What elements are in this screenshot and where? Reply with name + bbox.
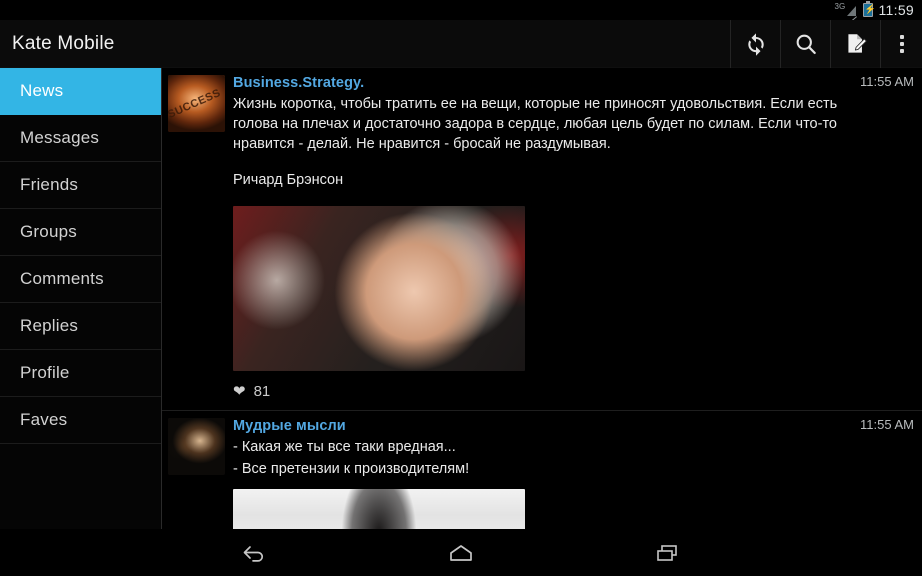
network-label: 3G: [834, 1, 846, 11]
sidebar-item-faves[interactable]: Faves: [0, 397, 161, 444]
post-photo-woman[interactable]: [233, 489, 525, 529]
post-photo-richard-branson[interactable]: [233, 206, 525, 371]
news-feed-list[interactable]: Business.Strategy. 11:55 AM Жизнь коротк…: [162, 68, 922, 529]
refresh-icon: [747, 32, 764, 56]
feed-post[interactable]: Business.Strategy. 11:55 AM Жизнь коротк…: [162, 68, 922, 410]
sidebar-item-label: Friends: [20, 175, 79, 194]
sidebar-item-label: Replies: [20, 316, 79, 335]
sidebar-item-friends[interactable]: Friends: [0, 162, 161, 209]
status-bar: 3G ⚡ 11:59: [0, 0, 922, 25]
content-area: News Messages Friends Groups Comments Re…: [0, 68, 922, 529]
avatar-success-image[interactable]: [168, 75, 225, 132]
post-timestamp: 11:55 AM: [860, 74, 914, 89]
back-button[interactable]: [227, 533, 283, 573]
post-text-line-2: - Все претензии к производителям!: [233, 461, 470, 477]
post-timestamp: 11:55 AM: [860, 417, 914, 432]
post-text: Жизнь коротка, чтобы тратить ее на вещи,…: [233, 96, 838, 152]
like-button[interactable]: ❤ 81: [233, 371, 914, 410]
search-icon: [796, 34, 816, 54]
compose-button[interactable]: [830, 19, 880, 68]
overflow-button[interactable]: [880, 19, 922, 68]
sidebar-item-news[interactable]: News: [0, 68, 161, 115]
feed-post[interactable]: Мудрые мысли 11:55 AM - Какая же ты все …: [162, 410, 922, 529]
sidebar-item-label: Comments: [20, 269, 104, 288]
refresh-button[interactable]: [730, 19, 780, 68]
sidebar-item-label: Messages: [20, 128, 100, 147]
recents-icon: [657, 544, 677, 561]
back-arrow-icon: [243, 545, 264, 562]
heart-icon: ❤: [233, 383, 246, 400]
sidebar-item-profile[interactable]: Profile: [0, 350, 161, 397]
sidebar-item-label: News: [20, 81, 64, 100]
status-bar-clock: 11:59: [878, 2, 914, 18]
home-button[interactable]: [433, 533, 489, 573]
sidebar-item-groups[interactable]: Groups: [0, 209, 161, 256]
android-screen: 3G ⚡ 11:59 Kate Mobile News Messages Fri…: [0, 0, 922, 576]
like-count: 81: [253, 383, 271, 400]
sidebar-navigation: News Messages Friends Groups Comments Re…: [0, 68, 162, 529]
avatar-old-man-image[interactable]: [168, 418, 225, 475]
more-vertical-icon: [899, 34, 904, 53]
sidebar-item-label: Faves: [20, 410, 68, 429]
post-signature: Ричард Брэнсон: [233, 172, 344, 188]
app-title: Kate Mobile: [12, 32, 115, 54]
search-button[interactable]: [780, 19, 830, 68]
compose-icon: [847, 33, 867, 53]
sidebar-item-messages[interactable]: Messages: [0, 115, 161, 162]
post-text-line-1: - Какая же ты все таки вредная...: [233, 439, 456, 455]
sidebar-item-label: Groups: [20, 222, 77, 241]
battery-charging-icon: ⚡: [862, 0, 876, 17]
action-bar: Kate Mobile: [0, 19, 922, 68]
signal-3g-icon: 3G: [834, 1, 857, 25]
sidebar-item-replies[interactable]: Replies: [0, 303, 161, 350]
post-author[interactable]: Business.Strategy.: [233, 75, 364, 91]
recents-button[interactable]: [639, 533, 695, 573]
post-author[interactable]: Мудрые мысли: [233, 418, 346, 434]
system-navigation-bar: [0, 529, 922, 576]
sidebar-item-comments[interactable]: Comments: [0, 256, 161, 303]
sidebar-item-label: Profile: [20, 363, 70, 382]
home-icon: [450, 544, 472, 561]
